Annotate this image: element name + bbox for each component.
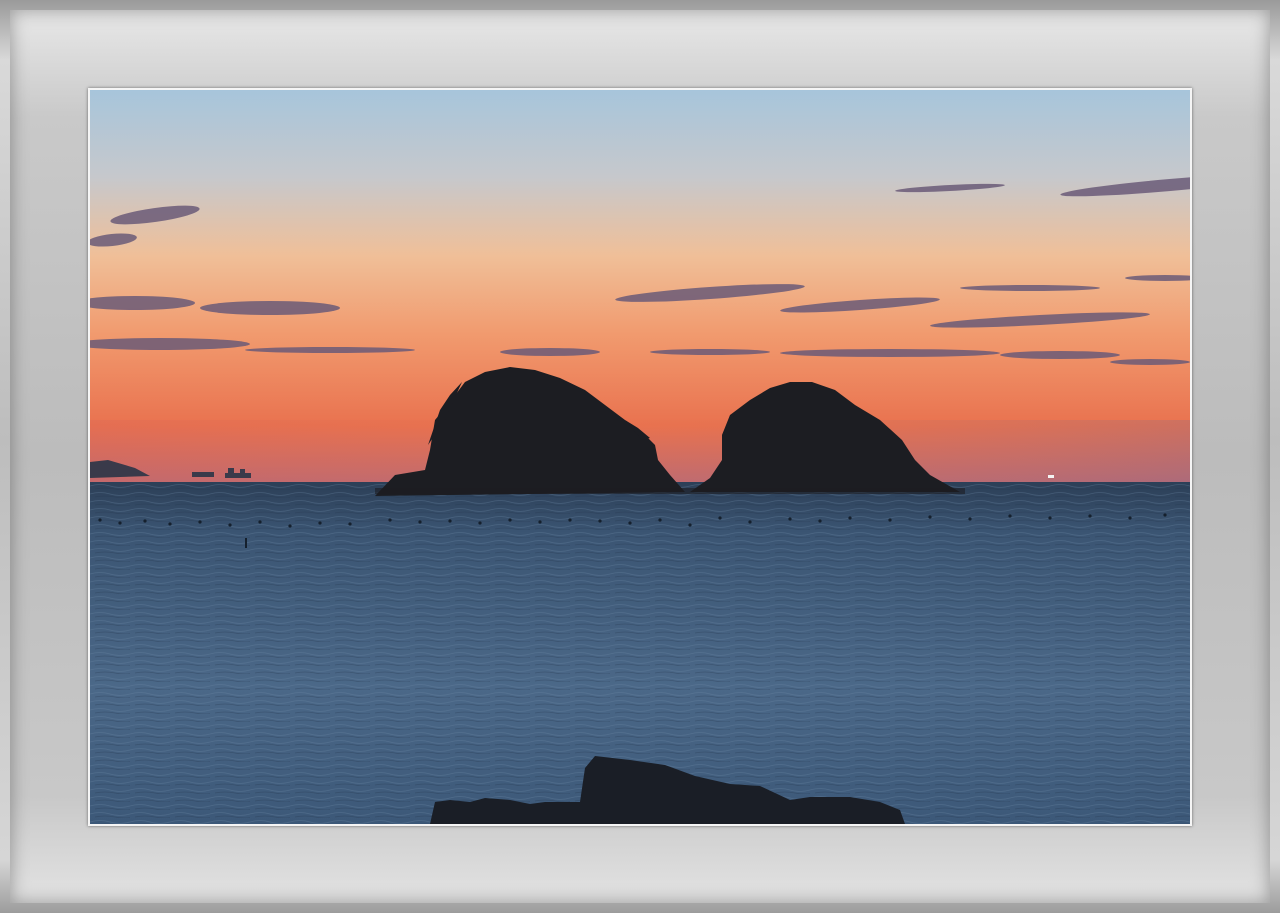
photo-border [88, 88, 1192, 826]
sunset-photo [90, 90, 1190, 824]
picture-frame [0, 0, 1280, 913]
